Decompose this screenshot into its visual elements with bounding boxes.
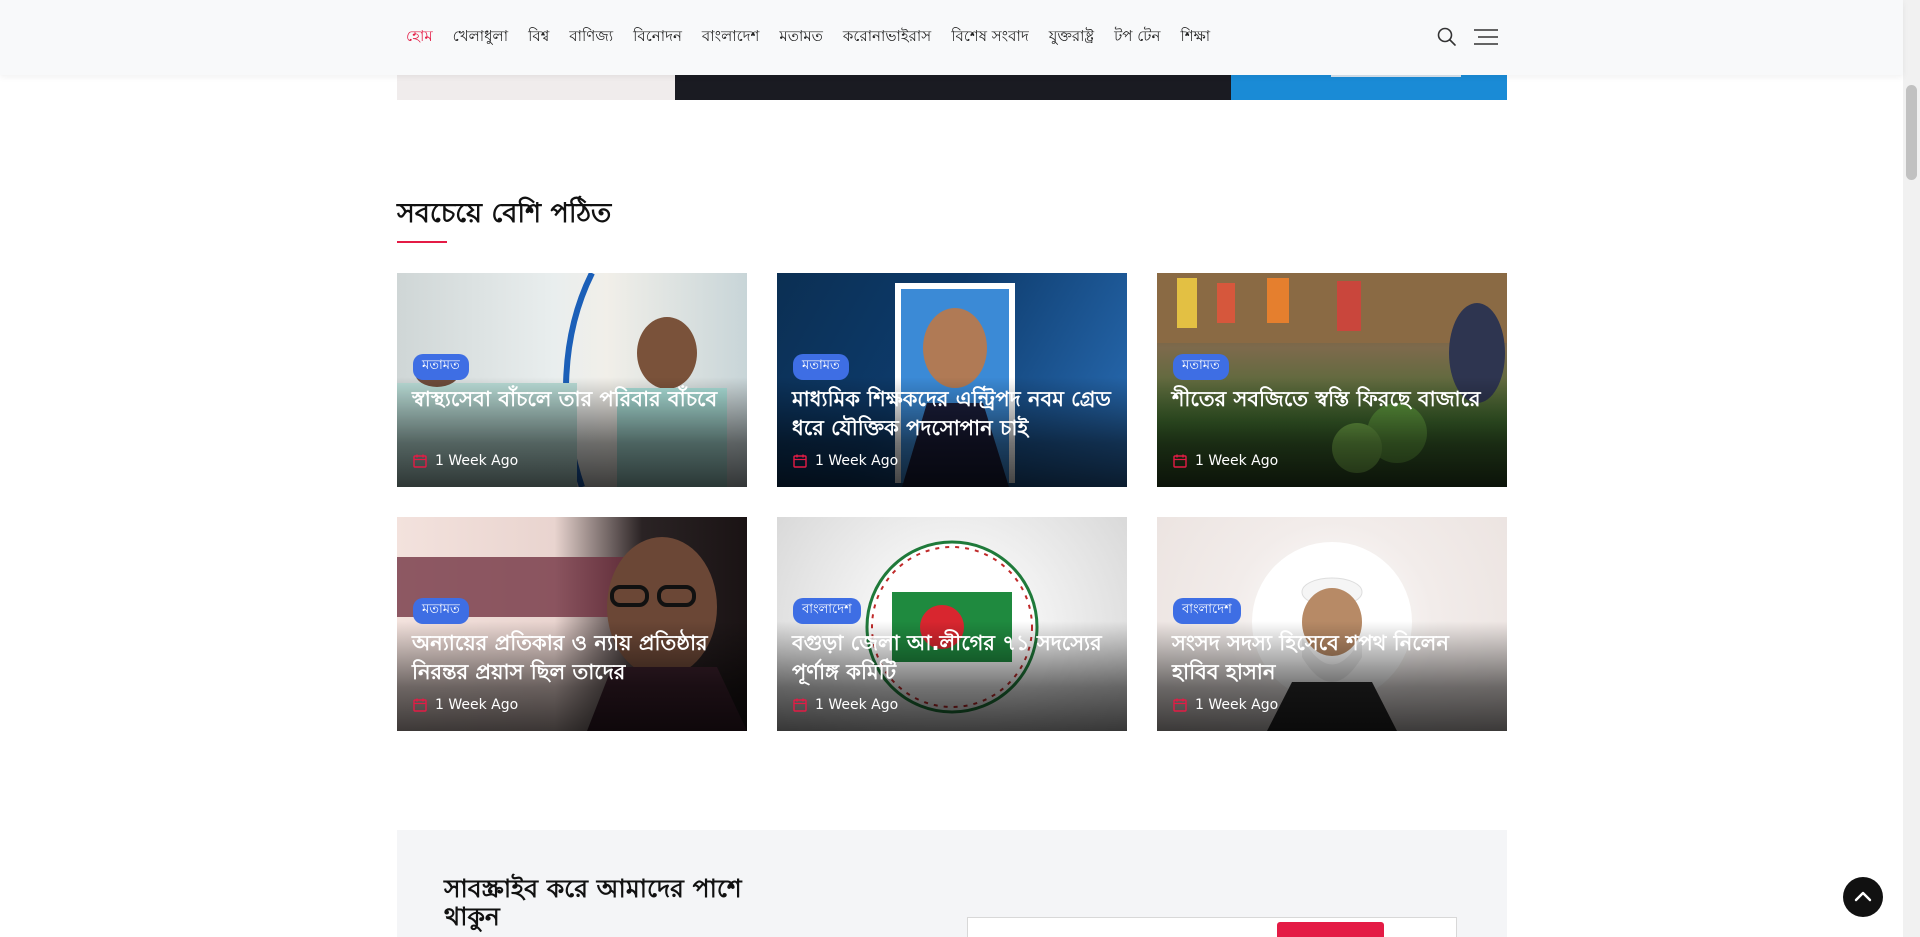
scrollbar-thumb[interactable] <box>1906 85 1917 180</box>
nav-item-usa[interactable]: যুক্তরাষ্ট্র <box>1049 25 1094 50</box>
nav-item-sports[interactable]: খেলাধুলা <box>453 25 508 50</box>
news-card-title[interactable]: মাধ্যমিক শিক্ষকদের এন্ট্রিপদ নবম গ্রেড ধ… <box>792 385 1117 443</box>
news-card-date-text: 1 Week Ago <box>435 697 519 713</box>
nav-item-opinion[interactable]: মতামত <box>779 25 823 50</box>
nav-item-bangladesh[interactable]: বাংলাদেশ <box>702 25 759 50</box>
news-card-date: 1 Week Ago <box>793 453 898 469</box>
subscribe-title: সাবস্ক্রাইব করে আমাদের পাশে থাকুন <box>444 874 742 931</box>
section-title-underline <box>397 241 447 243</box>
hamburger-icon[interactable] <box>1474 28 1498 46</box>
news-card-date-text: 1 Week Ago <box>1195 453 1279 469</box>
page-scrollbar[interactable] <box>1903 0 1920 937</box>
news-card-title[interactable]: স্বাস্থ্যসেবা বাঁচলে তার পরিবার বাঁচবে <box>412 385 737 414</box>
news-card-date: 1 Week Ago <box>413 697 518 713</box>
banner-left-panel <box>397 75 675 100</box>
news-card-date: 1 Week Ago <box>793 697 898 713</box>
banner-image[interactable] <box>675 75 1231 100</box>
category-badge[interactable]: বাংলাদেশ <box>793 598 861 624</box>
news-card[interactable]: মতামত স্বাস্থ্যসেবা বাঁচলে তার পরিবার বা… <box>397 273 747 487</box>
nav-item-special-news[interactable]: বিশেষ সংবাদ <box>951 25 1029 50</box>
calendar-icon <box>413 698 427 712</box>
search-icon[interactable] <box>1436 26 1458 48</box>
news-card-date-text: 1 Week Ago <box>815 453 899 469</box>
news-card[interactable]: মতামত শীতের সবজিতে স্বস্তি ফিরছে বাজারে … <box>1157 273 1507 487</box>
chevron-up-icon <box>1854 891 1872 902</box>
main-menu: হোম খেলাধুলা বিশ্ব বাণিজ্য বিনোদন বাংলাদ… <box>406 25 1230 50</box>
calendar-icon <box>793 454 807 468</box>
news-card[interactable]: বাংলাদেশ সংসদ সদস্য হিসেবে শপথ নিলেন হাব… <box>1157 517 1507 731</box>
nav-item-home[interactable]: হোম <box>406 25 433 50</box>
news-card[interactable]: বাংলাদেশ বগুড়া জেলা আ.লীগের ৭১ সদস্যের … <box>777 517 1127 731</box>
category-badge[interactable]: মতামত <box>413 354 469 380</box>
category-badge[interactable]: মতামত <box>1173 354 1229 380</box>
nav-item-world[interactable]: বিশ্ব <box>528 25 549 50</box>
category-badge[interactable]: বাংলাদেশ <box>1173 598 1241 624</box>
category-badge[interactable]: মতামত <box>793 354 849 380</box>
news-card-title[interactable]: সংসদ সদস্য হিসেবে শপথ নিলেন হাবিব হাসান <box>1172 629 1497 687</box>
news-card[interactable]: মতামত মাধ্যমিক শিক্ষকদের এন্ট্রিপদ নবম গ… <box>777 273 1127 487</box>
news-card-title[interactable]: বগুড়া জেলা আ.লীগের ৭১ সদস্যের পূর্ণাঙ্গ… <box>792 629 1117 687</box>
calendar-icon <box>413 454 427 468</box>
calendar-icon <box>1173 454 1187 468</box>
subscribe-section: সাবস্ক্রাইব করে আমাদের পাশে থাকুন <box>397 830 1507 937</box>
news-card-date-text: 1 Week Ago <box>815 697 899 713</box>
nav-item-coronavirus[interactable]: করোনাভাইরাস <box>843 25 931 50</box>
news-card-date-text: 1 Week Ago <box>1195 697 1279 713</box>
news-card-date: 1 Week Ago <box>1173 453 1278 469</box>
news-card-date: 1 Week Ago <box>1173 697 1278 713</box>
news-card-date: 1 Week Ago <box>413 453 518 469</box>
nav-item-education[interactable]: শিক্ষা <box>1180 25 1210 50</box>
section-title: সবচেয়ে বেশি পঠিত <box>397 198 612 229</box>
top-navbar: হোম খেলাধুলা বিশ্ব বাণিজ্য বিনোদন বাংলাদ… <box>0 0 1903 75</box>
previous-section-banner <box>397 75 1507 100</box>
news-card[interactable]: মতামত অন্যায়ের প্রতিকার ও ন্যায় প্রতিষ… <box>397 517 747 731</box>
news-card-title[interactable]: শীতের সবজিতে স্বস্তি ফিরছে বাজারে <box>1172 385 1497 414</box>
nav-item-business[interactable]: বাণিজ্য <box>569 25 613 50</box>
calendar-icon <box>1173 698 1187 712</box>
back-to-top-button[interactable] <box>1843 877 1883 917</box>
category-badge[interactable]: মতামত <box>413 598 469 624</box>
nav-item-entertainment[interactable]: বিনোদন <box>633 25 682 50</box>
subscribe-button[interactable] <box>1277 922 1384 937</box>
news-card-title[interactable]: অন্যায়ের প্রতিকার ও ন্যায় প্রতিষ্ঠার ন… <box>412 629 737 687</box>
nav-item-top-ten[interactable]: টপ টেন <box>1114 25 1160 50</box>
news-card-date-text: 1 Week Ago <box>435 453 519 469</box>
calendar-icon <box>793 698 807 712</box>
banner-right-panel <box>1231 75 1507 100</box>
